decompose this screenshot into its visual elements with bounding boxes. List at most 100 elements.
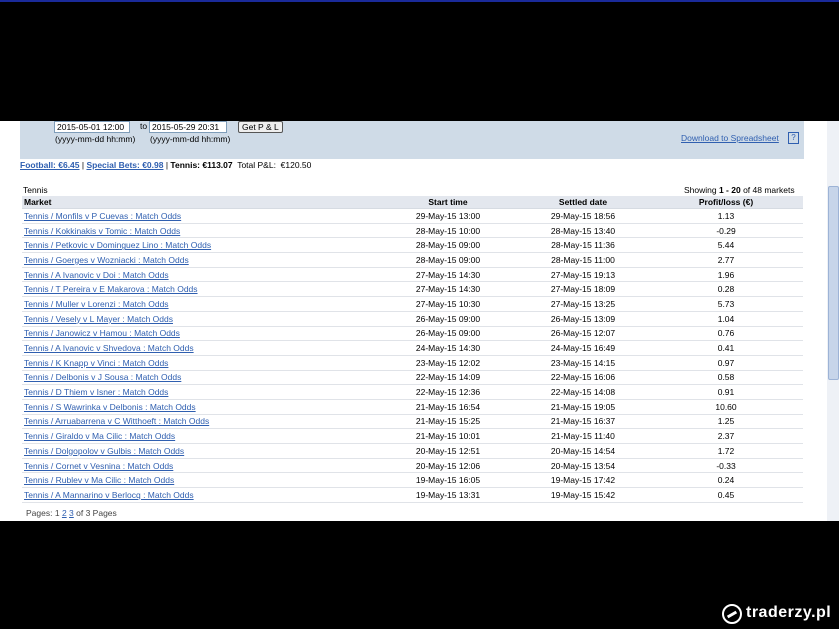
showing-suffix: of 48 markets: [740, 185, 795, 195]
market-cell: Tennis / A Ivanovic v Shvedova : Match O…: [22, 340, 379, 356]
market-cell: Tennis / Petkovic v Dominguez Lino : Mat…: [22, 237, 379, 254]
watermark: traderzy.pl: [722, 604, 834, 626]
start-time-column-header: Start time: [379, 196, 517, 209]
help-icon[interactable]: ?: [788, 132, 799, 144]
market-link[interactable]: Tennis / Rublev v Ma Cilic : Match Odds: [24, 475, 174, 485]
vertical-scrollbar[interactable]: [827, 121, 839, 521]
settled-date-cell: 22-May-15 16:06: [517, 370, 649, 386]
profit-loss-cell: 0.41: [649, 340, 803, 356]
showing-range: 1 - 20: [718, 185, 741, 195]
settled-date-cell: 27-May-15 13:25: [517, 296, 649, 312]
market-link[interactable]: Tennis / S Wawrinka v Delbonis : Match O…: [24, 402, 196, 412]
market-cell: Tennis / Vesely v L Mayer : Match Odds: [22, 311, 379, 327]
market-cell: Tennis / Delbonis v J Sousa : Match Odds: [22, 370, 379, 386]
table-row: Tennis / Goerges v Wozniacki : Match Odd…: [22, 252, 803, 268]
market-cell: Tennis / Muller v Lorenzi : Match Odds: [22, 296, 379, 312]
market-link[interactable]: Tennis / T Pereira v E Makarova : Match …: [24, 284, 198, 294]
start-time-cell: 23-May-15 12:02: [379, 355, 517, 371]
table-row: Tennis / Cornet v Vesnina : Match Odds 20…: [22, 458, 803, 474]
from-date-input[interactable]: 2015-05-01 12:00: [54, 121, 130, 133]
market-link[interactable]: Tennis / K Knapp v Vinci : Match Odds: [24, 358, 168, 368]
market-cell: Tennis / Cornet v Vesnina : Match Odds: [22, 458, 379, 474]
start-time-cell: 28-May-15 09:00: [379, 237, 517, 254]
market-column-header: Market: [22, 196, 379, 209]
market-link[interactable]: Tennis / Vesely v L Mayer : Match Odds: [24, 314, 173, 324]
table-row: Tennis / T Pereira v E Makarova : Match …: [22, 281, 803, 298]
date-filter-panel: 2015-05-01 12:00 to 2015-05-29 20:31 (yy…: [20, 121, 804, 159]
scrollbar-thumb[interactable]: [828, 186, 839, 380]
market-cell: Tennis / Janowicz v Hamou : Match Odds: [22, 326, 379, 342]
profit-loss-cell: 0.76: [649, 326, 803, 342]
table-row: Tennis / D Thiem v Isner : Match Odds 22-…: [22, 384, 803, 400]
market-link[interactable]: Tennis / Dolgopolov v Gulbis : Match Odd…: [24, 446, 184, 456]
market-cell: Tennis / Dolgopolov v Gulbis : Match Odd…: [22, 443, 379, 459]
market-link[interactable]: Tennis / Giraldo v Ma Cilic : Match Odds: [24, 431, 175, 441]
table-row: Tennis / Monfils v P Cuevas : Match Odds…: [22, 208, 803, 224]
market-cell: Tennis / Goerges v Wozniacki : Match Odd…: [22, 252, 379, 268]
profit-loss-cell: 0.91: [649, 384, 803, 400]
market-cell: Tennis / Kokkinakis v Tomic : Match Odds: [22, 223, 379, 239]
football-total-link[interactable]: Football: €6.45: [20, 160, 80, 170]
special-bets-total-link[interactable]: Special Bets: €0.98: [86, 160, 163, 170]
table-row: Tennis / Giraldo v Ma Cilic : Match Odds…: [22, 428, 803, 444]
market-cell: Tennis / A Mannarino v Berlocq : Match O…: [22, 487, 379, 503]
profit-loss-cell: 0.58: [649, 370, 803, 386]
settled-date-cell: 21-May-15 11:40: [517, 428, 649, 444]
markets-table: Market Start time Settled date Profit/lo…: [22, 196, 803, 503]
market-link[interactable]: Tennis / Delbonis v J Sousa : Match Odds: [24, 372, 181, 382]
market-link[interactable]: Tennis / Arruabarrena v C Witthoeft : Ma…: [24, 416, 209, 426]
market-link[interactable]: Tennis / Goerges v Wozniacki : Match Odd…: [24, 255, 189, 265]
start-time-cell: 22-May-15 12:36: [379, 384, 517, 400]
get-pl-button[interactable]: Get P & L: [238, 121, 283, 133]
market-link[interactable]: Tennis / Janowicz v Hamou : Match Odds: [24, 328, 180, 338]
settled-date-cell: 21-May-15 19:05: [517, 399, 649, 415]
showing-count: Showing 1 - 20 of 48 markets: [684, 185, 795, 195]
market-cell: Tennis / A Ivanovic v Doi : Match Odds: [22, 267, 379, 283]
settled-date-cell: 29-May-15 18:56: [517, 208, 649, 224]
settled-date-cell: 24-May-15 16:49: [517, 340, 649, 356]
profit-loss-cell: 0.97: [649, 355, 803, 371]
pagination-label: Pages:: [26, 508, 55, 518]
profit-loss-cell: 1.96: [649, 267, 803, 283]
market-link[interactable]: Tennis / A Ivanovic v Shvedova : Match O…: [24, 343, 194, 353]
start-time-cell: 24-May-15 14:30: [379, 340, 517, 356]
settled-date-cell: 26-May-15 13:09: [517, 311, 649, 327]
start-time-cell: 19-May-15 13:31: [379, 487, 517, 503]
table-row: Tennis / K Knapp v Vinci : Match Odds 23-…: [22, 355, 803, 371]
top-border: [0, 0, 839, 2]
to-date-input[interactable]: 2015-05-29 20:31: [149, 121, 227, 133]
start-time-cell: 20-May-15 12:06: [379, 458, 517, 474]
start-time-cell: 26-May-15 09:00: [379, 311, 517, 327]
market-link[interactable]: Tennis / Kokkinakis v Tomic : Match Odds: [24, 226, 180, 236]
table-row: Tennis / S Wawrinka v Delbonis : Match O…: [22, 399, 803, 415]
start-time-cell: 29-May-15 13:00: [379, 208, 517, 224]
download-spreadsheet-link[interactable]: Download to Spreadsheet: [681, 133, 779, 143]
to-label: to: [140, 121, 148, 131]
market-cell: Tennis / T Pereira v E Makarova : Match …: [22, 281, 379, 298]
page-2-link[interactable]: 2: [62, 508, 67, 518]
settled-date-cell: 23-May-15 14:15: [517, 355, 649, 371]
profit-loss-cell: -0.33: [649, 458, 803, 474]
table-row: Tennis / A Ivanovic v Doi : Match Odds 27…: [22, 267, 803, 283]
current-page: 1: [54, 508, 60, 518]
start-time-cell: 26-May-15 09:00: [379, 326, 517, 342]
from-date-format-hint: (yyyy-mm-dd hh:mm): [55, 134, 136, 144]
market-link[interactable]: Tennis / D Thiem v Isner : Match Odds: [24, 387, 168, 397]
start-time-cell: 21-May-15 16:54: [379, 399, 517, 415]
watermark-text: traderzy.pl: [746, 604, 832, 621]
profit-loss-cell: 10.60: [649, 399, 803, 415]
market-link[interactable]: Tennis / A Ivanovic v Doi : Match Odds: [24, 270, 169, 280]
market-link[interactable]: Tennis / Petkovic v Dominguez Lino : Mat…: [24, 240, 211, 250]
market-link[interactable]: Tennis / A Mannarino v Berlocq : Match O…: [24, 490, 194, 500]
market-link[interactable]: Tennis / Cornet v Vesnina : Match Odds: [24, 461, 173, 471]
market-link[interactable]: Tennis / Muller v Lorenzi : Match Odds: [24, 299, 169, 309]
profit-loss-cell: -0.29: [649, 223, 803, 239]
market-link[interactable]: Tennis / Monfils v P Cuevas : Match Odds: [24, 211, 181, 221]
pagination: Pages: 1 2 3 of 3 Pages: [26, 508, 117, 518]
pagination-suffix: of 3 Pages: [73, 508, 117, 518]
table-row: Tennis / Janowicz v Hamou : Match Odds 26…: [22, 326, 803, 342]
showing-prefix: Showing: [684, 185, 719, 195]
start-time-cell: 27-May-15 14:30: [379, 267, 517, 283]
profit-loss-cell: 1.04: [649, 311, 803, 327]
market-cell: Tennis / D Thiem v Isner : Match Odds: [22, 384, 379, 400]
